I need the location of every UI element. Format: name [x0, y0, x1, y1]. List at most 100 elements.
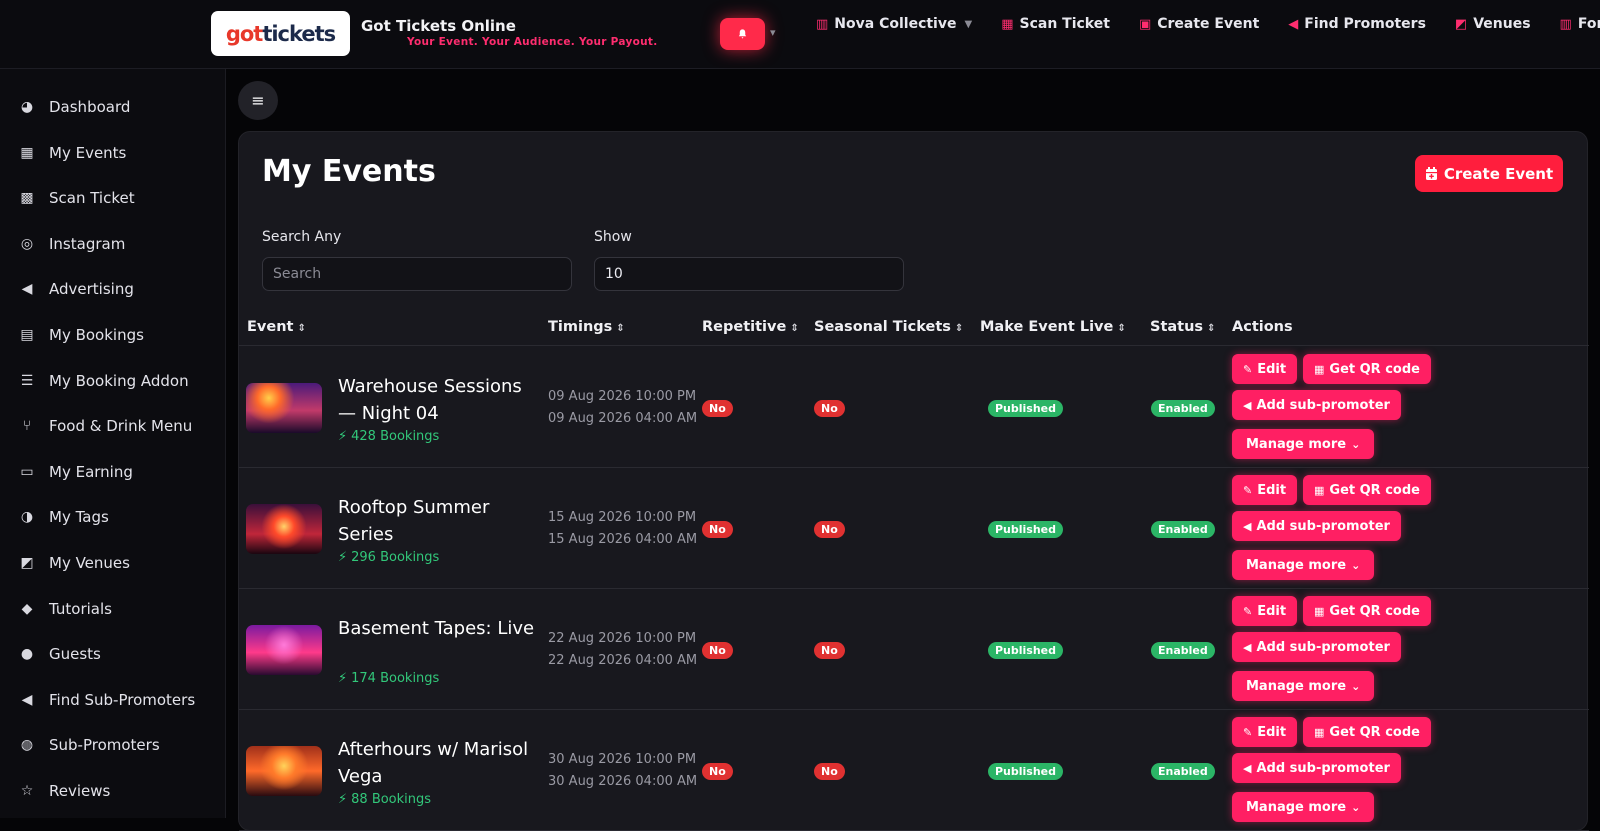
sidebar-item-tutorials[interactable]: ◆ Tutorials [19, 600, 112, 618]
get-qr-button[interactable]: ▦ Get QR code [1303, 475, 1431, 505]
edit-button[interactable]: ✎ Edit [1232, 475, 1298, 505]
top-nav-item[interactable]: ▦ Scan Ticket [1001, 16, 1110, 32]
live-badge[interactable]: Published [988, 521, 1064, 538]
sidebar-item-my-venues[interactable]: ◩ My Venues [19, 554, 130, 572]
status-badge[interactable]: Enabled [1151, 400, 1215, 417]
top-nav-item[interactable]: ◀ Find Promoters [1288, 16, 1426, 32]
sidebar-item-label: Dashboard [49, 98, 131, 116]
seasonal-badge: No [814, 763, 845, 780]
add-sub-promoter-button[interactable]: ◀ Add sub-promoter [1232, 753, 1401, 783]
sidebar-item-guests[interactable]: ● Guests [19, 645, 101, 663]
get-qr-button[interactable]: ▦ Get QR code [1303, 596, 1431, 626]
sidebar-item-reviews[interactable]: ☆ Reviews [19, 782, 111, 800]
event-thumbnail[interactable] [246, 383, 322, 433]
top-nav-label: Create Event [1157, 16, 1260, 32]
top-nav-label: Find Promoters [1304, 16, 1426, 32]
event-thumbnail[interactable] [246, 625, 322, 675]
chevron-down-icon[interactable]: ▾ [770, 26, 776, 39]
event-name[interactable]: Basement Tapes: Live [338, 615, 538, 642]
event-bookings: ⚡ 88 Bookings [338, 792, 431, 807]
status-badge[interactable]: Enabled [1151, 521, 1215, 538]
column-header[interactable]: Make Event Live ⇕ [980, 319, 1126, 335]
event-thumbnail[interactable] [246, 746, 322, 796]
building-icon: ▥ [816, 16, 829, 32]
top-nav-item[interactable]: ◩ Venues [1455, 16, 1531, 32]
edit-button-label: Edit [1257, 724, 1287, 740]
add-sub-promoter-button[interactable]: ◀ Add sub-promoter [1232, 390, 1401, 420]
edit-button[interactable]: ✎ Edit [1232, 596, 1298, 626]
status-badge[interactable]: Enabled [1151, 642, 1215, 659]
live-badge[interactable]: Published [988, 400, 1064, 417]
top-nav-label: For V [1577, 16, 1600, 32]
get-qr-button[interactable]: ▦ Get QR code [1303, 717, 1431, 747]
add-sub-promoter-button-label: Add sub-promoter [1256, 397, 1390, 413]
get-qr-button-label: Get QR code [1329, 724, 1420, 740]
edit-button-label: Edit [1257, 482, 1287, 498]
column-header[interactable]: Seasonal Tickets ⇕ [814, 319, 963, 335]
sidebar-item-food-drink-menu[interactable]: ⑂ Food & Drink Menu [19, 417, 192, 435]
top-nav-item[interactable]: ▥ For V [1560, 16, 1600, 32]
column-header-label: Timings [548, 319, 613, 335]
utensils-icon: ⑂ [22, 418, 32, 435]
edit-icon: ✎ [1243, 725, 1253, 739]
column-header-label: Status [1150, 319, 1204, 335]
manage-more-button[interactable]: Manage more ⌄ [1232, 550, 1375, 580]
sidebar-item-advertising[interactable]: ◀ Advertising [19, 280, 134, 298]
column-header[interactable]: Repetitive ⇕ [702, 319, 799, 335]
edit-button[interactable]: ✎ Edit [1232, 354, 1298, 384]
search-input[interactable] [262, 257, 572, 291]
sidebar-item-my-tags[interactable]: ◑ My Tags [19, 508, 109, 526]
sidebar-item-label: Sub-Promoters [49, 736, 160, 755]
sidebar: ◕ Dashboard ▦ My Events ▩ Scan Ticket ◎ Instagr… [0, 69, 226, 818]
sidebar-item-scan-ticket[interactable]: ▩ Scan Ticket [19, 189, 134, 207]
event-name[interactable]: Warehouse Sessions — Night 04 [338, 373, 538, 427]
column-header[interactable]: Event ⇕ [247, 319, 306, 335]
get-qr-button[interactable]: ▦ Get QR code [1303, 354, 1431, 384]
live-badge[interactable]: Published [988, 763, 1064, 780]
edit-icon: ✎ [1243, 604, 1253, 618]
event-bookings: ⚡ 174 Bookings [338, 671, 439, 686]
brand-tagline: Your Event. Your Audience. Your Payout. [407, 36, 658, 48]
top-nav-item[interactable]: ▥ Nova Collective ▼ [816, 16, 972, 32]
star-icon: ☆ [20, 783, 34, 799]
hamburger-menu-button[interactable]: ≡ [238, 81, 278, 120]
status-badge[interactable]: Enabled [1151, 763, 1215, 780]
event-thumbnail[interactable] [246, 504, 322, 554]
sidebar-item-dashboard[interactable]: ◕ Dashboard [19, 98, 131, 116]
id-card-icon: ▤ [20, 327, 34, 343]
calendar-icon: ▦ [20, 144, 34, 161]
brand-logo[interactable]: got tickets [211, 11, 350, 56]
notification-button[interactable] [720, 18, 765, 50]
sidebar-item-find-sub-promoters[interactable]: ◀ Find Sub-Promoters [19, 691, 196, 709]
sidebar-item-my-earning[interactable]: ▭ My Earning [19, 463, 133, 481]
qr-icon: ▦ [1314, 725, 1325, 739]
bookings-count: 296 Bookings [351, 550, 440, 565]
sidebar-item-my-events[interactable]: ▦ My Events [19, 144, 126, 162]
live-badge[interactable]: Published [988, 642, 1064, 659]
chevron-down-icon: ⌄ [1351, 558, 1361, 572]
qr-icon: ▦ [1001, 16, 1014, 32]
add-sub-promoter-button[interactable]: ◀ Add sub-promoter [1232, 511, 1401, 541]
sidebar-item-instagram[interactable]: ◎ Instagram [19, 235, 125, 253]
table-row: Warehouse Sessions — Night 04 ⚡ 428 Bookin… [239, 347, 1589, 468]
edit-button[interactable]: ✎ Edit [1232, 717, 1298, 747]
column-header[interactable]: Timings ⇕ [548, 319, 625, 335]
event-name[interactable]: Rooftop Summer Series [338, 494, 538, 548]
top-nav-item[interactable]: ▣ Create Event [1139, 16, 1259, 32]
event-end-time: 22 Aug 2026 04:00 AM [548, 653, 698, 668]
chevron-down-icon: ⌄ [1351, 800, 1361, 814]
manage-more-button[interactable]: Manage more ⌄ [1232, 671, 1375, 701]
event-name[interactable]: Afterhours w/ Marisol Vega [338, 736, 538, 790]
show-count-input[interactable] [594, 257, 904, 291]
sidebar-item-my-bookings[interactable]: ▤ My Bookings [19, 326, 144, 344]
sidebar-item-my-booking-addon[interactable]: ☰ My Booking Addon [19, 372, 189, 390]
sidebar-item-sub-promoters[interactable]: ◍ Sub-Promoters [19, 736, 160, 754]
lightning-icon: ⚡ [338, 429, 348, 444]
create-event-button[interactable]: Create Event [1415, 155, 1563, 192]
sidebar-item-label: Advertising [49, 280, 134, 299]
sort-icon: ⇕ [616, 323, 625, 334]
manage-more-button[interactable]: Manage more ⌄ [1232, 429, 1375, 459]
column-header[interactable]: Status ⇕ [1150, 319, 1215, 335]
add-sub-promoter-button[interactable]: ◀ Add sub-promoter [1232, 632, 1401, 662]
map-icon: ◩ [1454, 16, 1468, 32]
